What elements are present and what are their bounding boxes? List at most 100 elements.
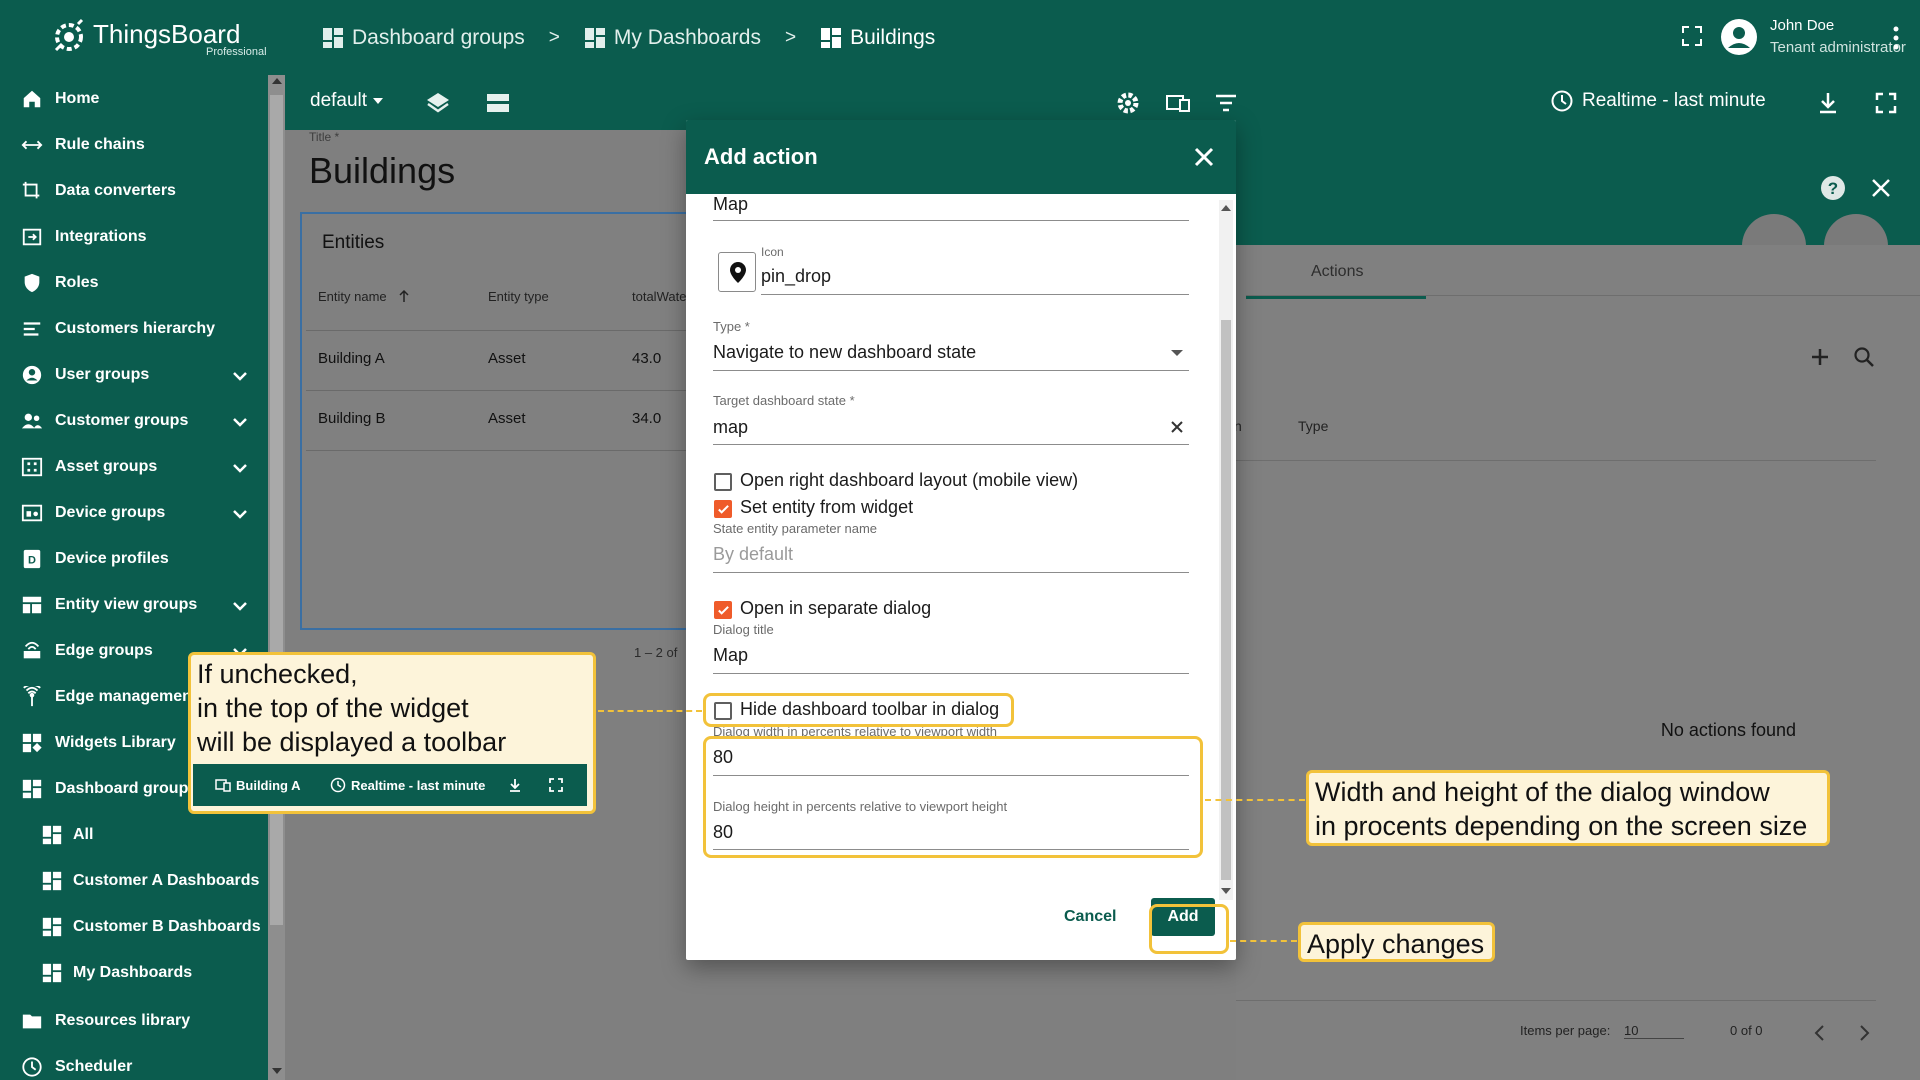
action-name-field[interactable]: Map: [713, 194, 748, 215]
dialog-scroll-thumb[interactable]: [1221, 320, 1231, 880]
thingsboard-logo[interactable]: ThingsBoard Professional: [48, 14, 267, 62]
timewindow-button[interactable]: Realtime - last minute: [1550, 89, 1766, 113]
chevron-down-icon[interactable]: [230, 412, 250, 432]
close-icon[interactable]: [1870, 177, 1892, 199]
breadcrumb-buildings: Buildings: [820, 26, 935, 50]
scroll-up-arrow[interactable]: [1221, 205, 1231, 211]
sidebar-item[interactable]: Home: [0, 77, 268, 121]
search-icon[interactable]: [1852, 345, 1876, 369]
chevron-down-icon[interactable]: [230, 458, 250, 478]
callout-text: Width and height of the dialog window: [1315, 777, 1770, 807]
example-toolbar: Building A Realtime - last minute: [193, 764, 587, 806]
clock-icon: [22, 1057, 42, 1077]
chevron-down-icon[interactable]: [230, 504, 250, 524]
layout-icon[interactable]: [485, 90, 511, 116]
set-entity-label[interactable]: Set entity from widget: [740, 497, 913, 518]
breadcrumb-dashboard-groups[interactable]: Dashboard groups: [322, 26, 525, 50]
separate-dialog-checkbox[interactable]: [714, 601, 732, 619]
sidebar-item[interactable]: Integrations: [0, 215, 268, 259]
sidebar-item[interactable]: Roles: [0, 261, 268, 305]
breadcrumb-my-dashboards[interactable]: My Dashboards: [584, 26, 761, 50]
scroll-down-arrow[interactable]: [1221, 888, 1231, 894]
sidebar-item[interactable]: Customer A Dashboards: [0, 859, 268, 903]
open-right-layout-label[interactable]: Open right dashboard layout (mobile view…: [740, 470, 1078, 491]
icon-preview-button[interactable]: [718, 252, 756, 292]
filter-icon[interactable]: [1213, 90, 1239, 116]
table-cell[interactable]: Building B: [318, 410, 386, 427]
device-profile-icon: D: [23, 549, 41, 569]
dialog-title: Add action: [704, 144, 818, 169]
chevron-down-icon[interactable]: [230, 596, 250, 616]
column-entity-type[interactable]: Entity type: [488, 289, 549, 304]
column-total-water[interactable]: totalWate: [632, 289, 686, 304]
callout-text: Apply changes: [1307, 929, 1485, 959]
sidebar-item[interactable]: Entity view groups: [0, 583, 268, 627]
items-per-page-select[interactable]: 10: [1624, 1023, 1684, 1039]
chevron-right-icon[interactable]: [1852, 1021, 1876, 1045]
sidebar-item[interactable]: Customer groups: [0, 399, 268, 443]
open-right-layout-checkbox[interactable]: [714, 473, 732, 491]
sidebar-item[interactable]: My Dashboards: [0, 951, 268, 995]
sidebar-item[interactable]: Customer B Dashboards: [0, 905, 268, 949]
sidebar-item[interactable]: Customers hierarchy: [0, 307, 268, 351]
table-cell[interactable]: Building A: [318, 350, 385, 367]
no-actions-message: No actions found: [1660, 720, 1796, 740]
separate-dialog-label[interactable]: Open in separate dialog: [740, 598, 931, 619]
dialog-title-field[interactable]: Map: [713, 645, 748, 666]
icon-label: Icon: [761, 245, 784, 259]
cancel-button[interactable]: Cancel: [1064, 908, 1116, 926]
close-icon[interactable]: [1193, 146, 1215, 168]
fullscreen-icon[interactable]: [1873, 90, 1899, 116]
more-vert-icon[interactable]: [1884, 24, 1908, 52]
sidebar-item-label: Edge management: [55, 688, 198, 705]
sidebar-item[interactable]: Rule chains: [0, 123, 268, 167]
sidebar-item[interactable]: D Device profiles: [0, 537, 268, 581]
sidebar-item[interactable]: Data converters: [0, 169, 268, 213]
fullscreen-icon[interactable]: [1680, 24, 1704, 48]
avatar-icon[interactable]: [1720, 18, 1758, 56]
divider: [1236, 1000, 1876, 1001]
sidebar-item-label: Device groups: [55, 504, 166, 521]
sidebar-item[interactable]: Resources library: [0, 999, 268, 1043]
sidebar-item[interactable]: User groups: [0, 353, 268, 397]
dashboard-icon: [323, 28, 343, 48]
dashboard-icon: [22, 779, 42, 799]
example-entity-label: Building A: [236, 777, 301, 793]
dropdown-caret-icon[interactable]: [1171, 350, 1183, 356]
hide-toolbar-highlight: [703, 693, 1014, 727]
sidebar-item[interactable]: Device groups: [0, 491, 268, 535]
download-icon[interactable]: [1815, 90, 1841, 116]
converter-icon: [22, 181, 40, 199]
icon-field[interactable]: pin_drop: [761, 266, 831, 287]
sidebar-item[interactable]: Scheduler: [0, 1045, 268, 1080]
chevron-left-icon[interactable]: [1808, 1021, 1832, 1045]
state-select[interactable]: default: [310, 90, 384, 112]
type-select[interactable]: Navigate to new dashboard state: [713, 342, 976, 363]
sidebar-item[interactable]: Asset groups: [0, 445, 268, 489]
set-entity-checkbox[interactable]: [714, 500, 732, 518]
help-icon[interactable]: ?: [1820, 175, 1846, 201]
clear-icon[interactable]: [1170, 420, 1184, 434]
state-param-field[interactable]: By default: [713, 544, 793, 565]
layers-icon[interactable]: [425, 90, 451, 116]
target-state-field[interactable]: map: [713, 417, 748, 438]
scroll-up-arrow[interactable]: [272, 78, 282, 84]
target-state-label: Target dashboard state *: [713, 393, 855, 408]
scroll-down-arrow[interactable]: [272, 1068, 282, 1074]
column-entity-name[interactable]: Entity name: [318, 289, 387, 304]
chevron-down-icon[interactable]: [230, 366, 250, 386]
table-cell: Asset: [488, 350, 526, 367]
tab-actions[interactable]: Actions: [1311, 263, 1363, 281]
entity-view-icon: [22, 596, 42, 614]
entities-widget[interactable]: Entities Entity name Entity type totalWa…: [300, 212, 700, 630]
devices-icon[interactable]: [1165, 90, 1191, 116]
user-name[interactable]: John Doe: [1770, 17, 1834, 34]
table-cell: Asset: [488, 410, 526, 427]
sidebar-item[interactable]: All: [0, 813, 268, 857]
svg-text:?: ?: [1828, 179, 1838, 198]
settings-icon[interactable]: [1115, 90, 1141, 116]
add-icon[interactable]: [1808, 345, 1832, 369]
sidebar-item-label: Data converters: [55, 182, 176, 199]
folder-icon: [22, 1014, 42, 1029]
dashboard-title[interactable]: Buildings: [309, 150, 455, 192]
